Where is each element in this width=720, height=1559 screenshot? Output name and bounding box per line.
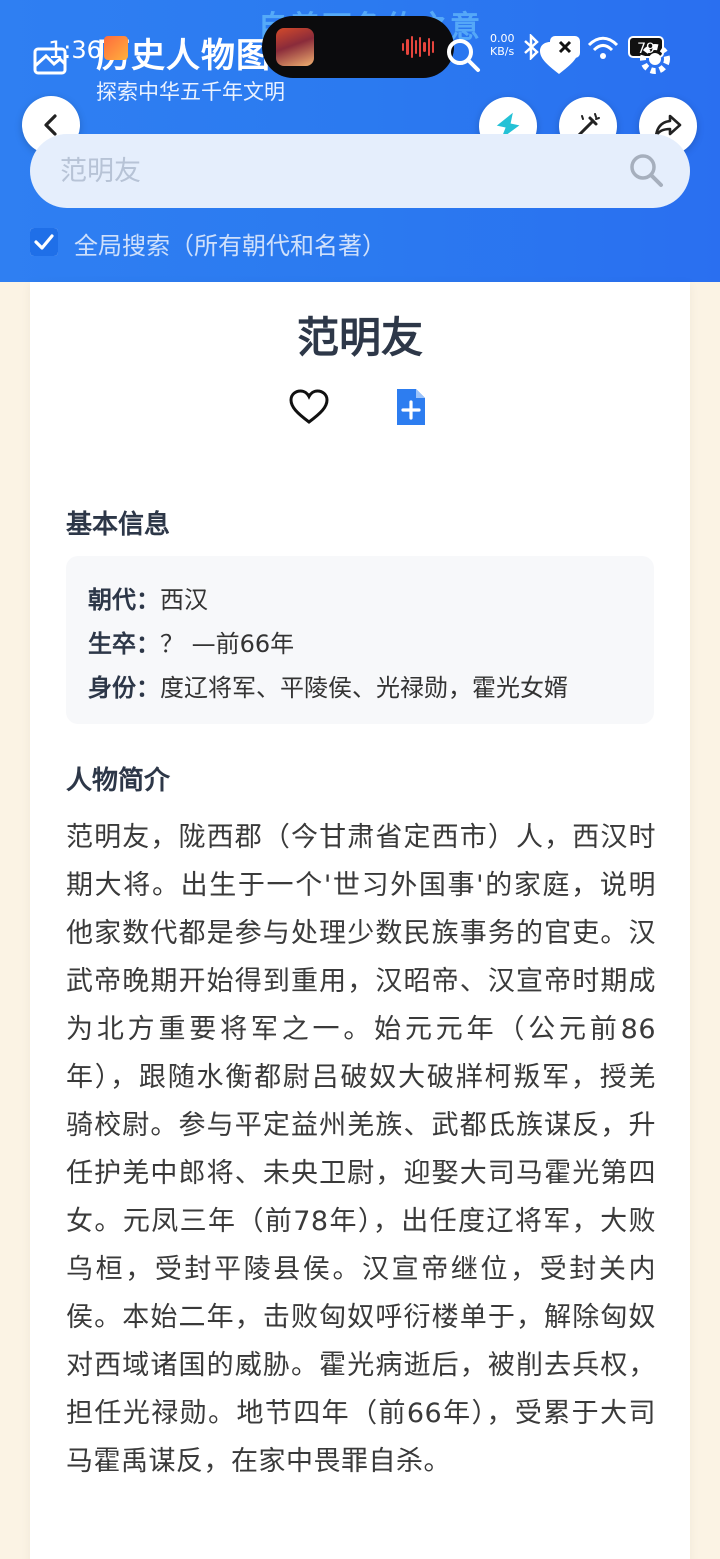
audio-wave-icon [402,36,434,58]
info-key: 生卒： [88,630,160,658]
dynamic-island[interactable] [262,16,454,78]
person-name: 范明友 [296,313,423,362]
net-speed-unit: KB/s [490,45,515,58]
wifi-icon [587,36,619,59]
checkmark-icon [30,228,58,256]
info-key: 朝代： [88,586,160,614]
app-header: 自善不负约之意 1:36 历史人物图谱 探索中华五千年文明 0.00 KB/s … [0,0,720,282]
intro-title: 人物简介 [66,766,171,796]
search-bar[interactable] [30,134,690,208]
biography-text: 范明友，陇西郡（今甘肃省定西市）人，西汉时期大将。出生于一个'世习外国事'的家庭… [66,822,656,1477]
net-speed-value: 0.00 [490,32,515,45]
favorite-heart-icon[interactable] [288,386,330,428]
global-search-label[interactable]: 全局搜索（所有朝代和名著） [74,226,386,261]
info-value: 度辽将军、平陵侯、光禄勋，霍光女婿 [160,674,568,702]
global-search-checkbox[interactable] [30,228,58,256]
info-key: 身份： [88,674,160,702]
search-input[interactable] [60,152,620,190]
notification-thumb-icon [104,36,128,60]
info-row-dynasty: 朝代：西汉 [88,578,632,622]
add-note-icon[interactable] [394,386,428,428]
back-icon [44,114,57,136]
status-time: 1:36 [48,36,102,64]
search-icon[interactable] [628,152,664,188]
person-card: 范明友 基本信息 朝代：西汉 生卒：？ —前66年 身份：度辽将军、平陵侯、光禄… [30,282,690,1559]
settings-gear-icon[interactable] [636,40,674,78]
basic-info-box: 朝代：西汉 生卒：？ —前66年 身份：度辽将军、平陵侯、光禄勋，霍光女婿 [66,556,654,724]
info-value: ？ —前66年 [160,630,295,658]
net-speed: 0.00 KB/s [490,32,515,58]
info-row-identity: 身份：度辽将军、平陵侯、光禄勋，霍光女婿 [88,666,632,710]
media-thumbnail [276,28,314,66]
basic-info-title: 基本信息 [66,510,171,540]
info-row-lifespan: 生卒：？ —前66年 [88,622,632,666]
info-value: 西汉 [160,586,208,614]
app-subtitle: 探索中华五千年文明 [96,80,285,104]
search-icon[interactable] [444,36,482,74]
close-notification-icon [550,36,580,58]
